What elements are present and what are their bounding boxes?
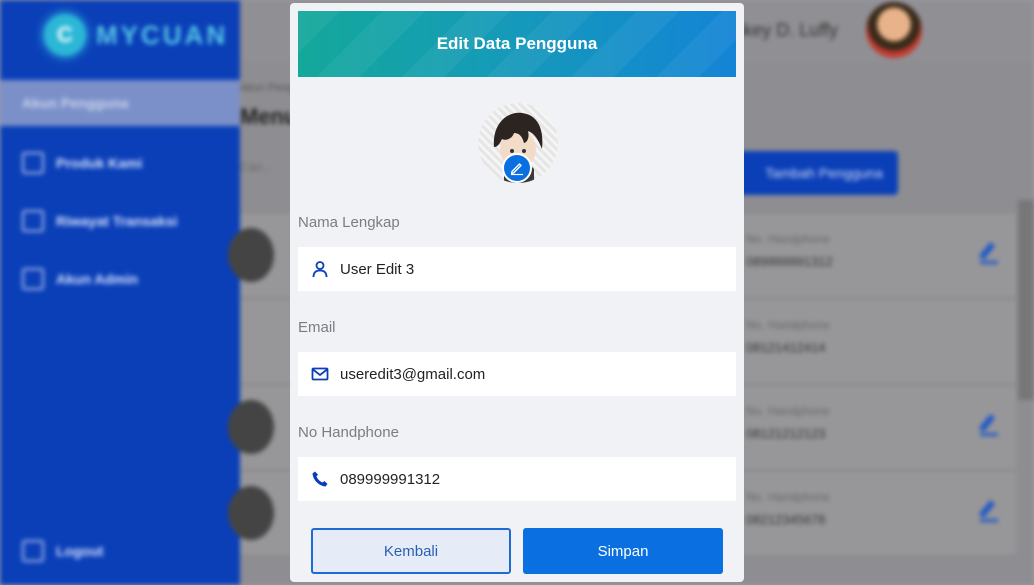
avatar[interactable] [866, 2, 922, 58]
name-label: Nama Lengkap [298, 214, 400, 231]
edit-photo-button[interactable] [502, 153, 532, 183]
logout-icon [22, 540, 44, 562]
row-label: No. Handphone [746, 490, 831, 504]
sidebar-item-label: Riwayat Transaksi [56, 213, 178, 229]
modal-title: Edit Data Pengguna [436, 34, 598, 53]
sidebar-item-label: Logout [56, 543, 104, 559]
edit-icon[interactable] [980, 414, 998, 436]
brand-logo: C MYCUAN [44, 14, 228, 56]
sidebar-item-logout[interactable]: Logout [0, 528, 240, 574]
phone-icon [310, 469, 330, 489]
back-button[interactable]: Kembali [311, 528, 511, 574]
edit-icon[interactable] [980, 242, 998, 264]
edit-user-modal: Edit Data Pengguna Nama Lengkap User Edi… [290, 3, 744, 582]
row-value: 08212345678 [746, 512, 826, 527]
sidebar: C MYCUAN Akun Pengguna Produk Kami Riway… [0, 0, 240, 585]
email-label: Email [298, 319, 336, 336]
admin-icon [22, 268, 44, 290]
add-user-button[interactable]: Tambah Pengguna [738, 151, 898, 195]
user-icon [310, 259, 330, 279]
calendar-icon [22, 152, 44, 174]
pencil-icon [510, 163, 523, 176]
phone-field[interactable] [298, 457, 736, 501]
sidebar-item-label: Akun Admin [56, 271, 138, 287]
sidebar-item-riwayat-transaksi[interactable]: Riwayat Transaksi [0, 198, 240, 244]
scrollbar[interactable] [1018, 200, 1034, 400]
receipt-icon [22, 210, 44, 232]
sidebar-item-label: Akun Pengguna [22, 95, 129, 111]
row-value: 089999991312 [746, 254, 833, 269]
search-input[interactable]: Cari... [240, 160, 272, 174]
row-value: 08121412414 [746, 340, 826, 355]
edit-icon[interactable] [980, 500, 998, 522]
email-field[interactable] [298, 352, 736, 396]
avatar [228, 486, 274, 540]
modal-header: Edit Data Pengguna [298, 11, 736, 77]
mail-icon [310, 364, 330, 384]
row-label: No. Handphone [746, 318, 831, 332]
phone-input[interactable] [340, 470, 720, 488]
sidebar-item-akun-pengguna[interactable]: Akun Pengguna [0, 80, 240, 126]
name-input[interactable] [340, 260, 720, 278]
sidebar-item-akun-admin[interactable]: Akun Admin [0, 256, 240, 302]
row-value: 08121212123 [746, 426, 826, 441]
sidebar-item-produk-kami[interactable]: Produk Kami [0, 140, 240, 186]
avatar [228, 400, 274, 454]
brand-logo-icon: C [44, 14, 86, 56]
email-input[interactable] [340, 365, 720, 383]
row-label: No. Handphone [746, 404, 831, 418]
sidebar-item-label: Produk Kami [56, 155, 143, 171]
brand-name: MYCUAN [96, 19, 229, 50]
save-button[interactable]: Simpan [523, 528, 723, 574]
row-label: No. Handphone [746, 232, 831, 246]
avatar [228, 228, 274, 282]
phone-label: No Handphone [298, 424, 399, 441]
profile-photo[interactable] [478, 103, 558, 183]
name-field[interactable] [298, 247, 736, 291]
